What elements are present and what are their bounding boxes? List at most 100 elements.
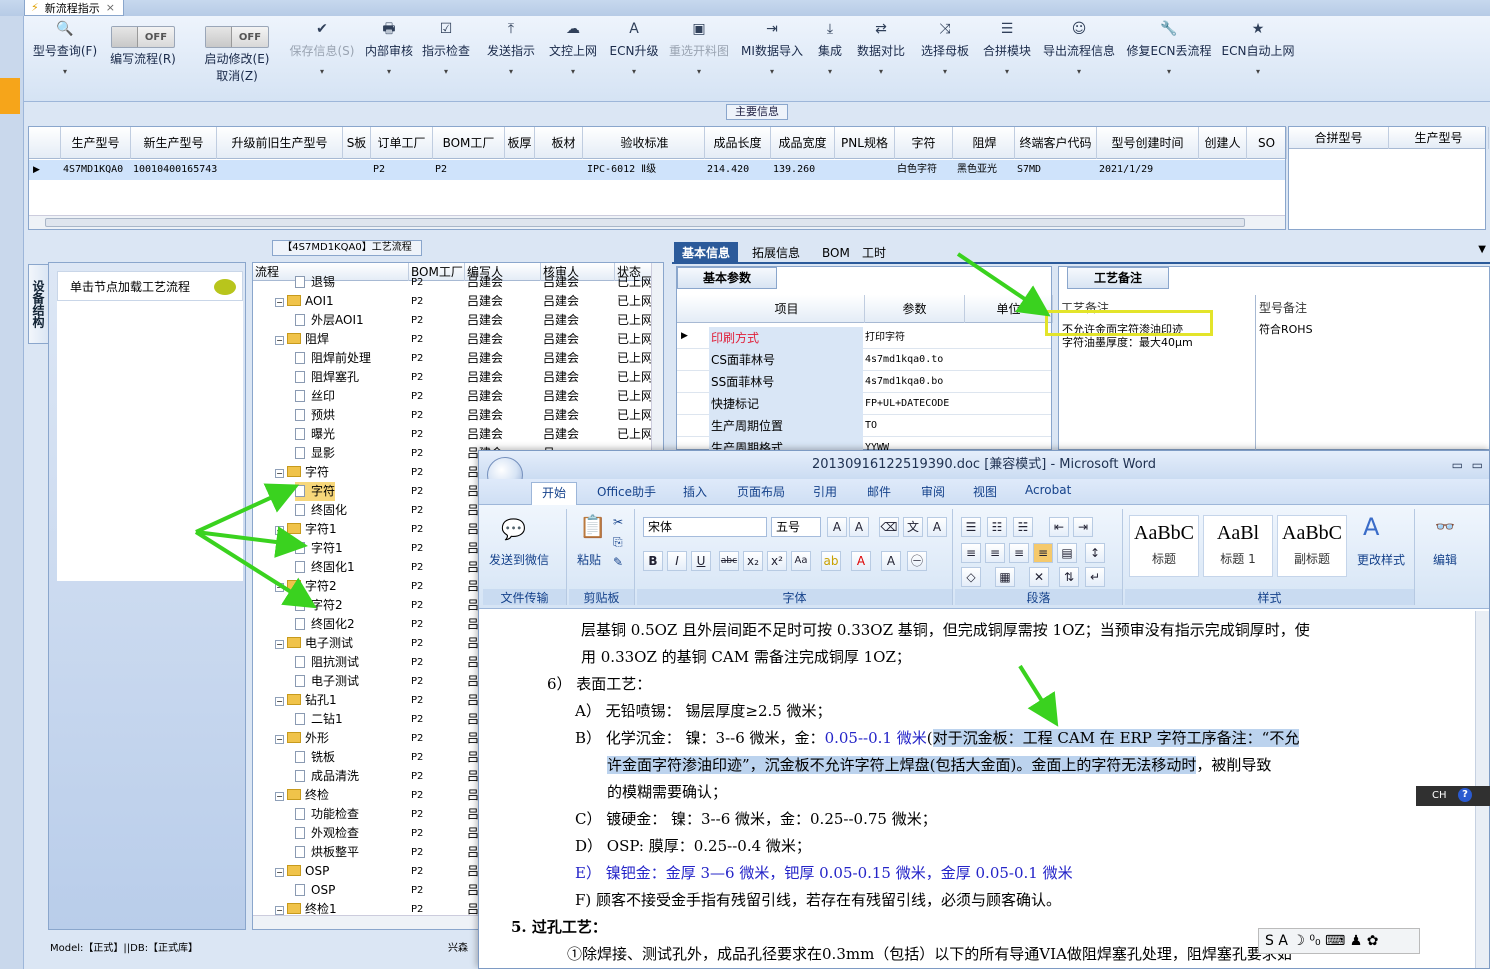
grow-font-icon[interactable]: A xyxy=(827,517,847,537)
char-shading-icon[interactable]: A xyxy=(881,551,901,571)
copy-icon[interactable]: ⎘ xyxy=(613,535,623,550)
bold-icon[interactable]: B xyxy=(643,551,663,571)
tree-node[interactable]: − 钻孔1 xyxy=(275,691,337,710)
column-header[interactable]: 升级前旧生产型号 xyxy=(217,127,343,159)
collapse-icon[interactable]: − xyxy=(275,469,284,478)
table-cell[interactable]: IPC-6012 Ⅱ级 xyxy=(587,160,707,180)
tab-bom[interactable]: BOM xyxy=(814,242,858,264)
column-header[interactable]: 阻焊 xyxy=(955,127,1015,159)
collapse-icon[interactable]: − xyxy=(275,792,284,801)
tree-row[interactable]: − AOI1 P2 吕建会 吕建会 已上网 xyxy=(253,292,663,311)
param-value[interactable]: FP+UL+DATECODE xyxy=(865,393,949,415)
toolbar-button[interactable]: ⤓ 集成 ▾ xyxy=(816,18,844,102)
tree-node[interactable]: 铣板 xyxy=(295,748,335,767)
merge-column-header[interactable]: 合拼型号 xyxy=(1289,127,1389,149)
dropdown-arrow-icon[interactable]: ▼ xyxy=(1478,244,1486,255)
table-cell[interactable]: 4S7MD1KQA0 xyxy=(63,160,133,180)
word-tab[interactable]: 页面布局 xyxy=(737,483,785,500)
shrink-font-icon[interactable]: A xyxy=(849,517,869,537)
change-case-icon[interactable]: Aa xyxy=(791,551,811,571)
style-item[interactable]: AaBl 标题 1 xyxy=(1203,515,1273,577)
toolbar-button[interactable]: OFF 启动修改(E) 取消(Z) xyxy=(196,18,278,102)
table-row[interactable]: SS面菲林号 4s7md1kqa0.bo xyxy=(677,371,1051,393)
tree-node[interactable]: − OSP xyxy=(275,862,329,881)
tree-node[interactable]: 预烘 xyxy=(295,406,335,425)
tab-new-flow[interactable]: ⚡ 新流程指示 × xyxy=(24,0,124,16)
bullets-icon[interactable]: ☰ xyxy=(961,517,981,537)
column-header[interactable]: 板材 xyxy=(545,127,583,159)
tab-hours[interactable]: 工时 xyxy=(854,242,894,264)
tab-basic[interactable]: 基本信息 xyxy=(674,242,739,264)
font-name-select[interactable]: 宋体 xyxy=(643,517,767,537)
click-node-hint[interactable]: 单击节点加载工艺流程 xyxy=(57,271,243,301)
table-cell[interactable]: 10010400165743 xyxy=(133,160,219,180)
border-icon[interactable]: ▦ xyxy=(995,567,1015,587)
tree-node[interactable]: − 字符2 xyxy=(275,577,337,596)
style-item[interactable]: AaBbC 副标题 xyxy=(1277,515,1347,577)
toolbar-button[interactable]: ★ ECN自动上网 ▾ xyxy=(1222,18,1295,102)
tree-node[interactable]: − 字符1 xyxy=(275,520,337,539)
table-cell[interactable]: 白色字符 xyxy=(897,160,955,180)
tree-node[interactable]: 退锡 xyxy=(295,273,335,292)
tab-extended[interactable]: 拓展信息 xyxy=(744,242,808,264)
document-page[interactable]: 层基铜 0.5OZ 且外层间距不足时可按 0.33OZ 基铜，但完成铜厚需按 1… xyxy=(487,611,1477,968)
table-cell[interactable] xyxy=(547,160,585,180)
tree-node[interactable]: 成品清洗 xyxy=(295,767,359,786)
word-tab[interactable]: 开始 xyxy=(531,482,578,505)
toolbar-button[interactable]: ✔ 保存信息(S) ▾ xyxy=(286,18,358,102)
column-header[interactable]: 型号创建时间 xyxy=(1097,127,1199,159)
word-tab[interactable]: 引用 xyxy=(813,483,837,500)
align-right-icon[interactable]: ≡ xyxy=(1009,543,1029,563)
subscript-icon[interactable]: x₂ xyxy=(743,551,763,571)
table-cell[interactable]: S7MD xyxy=(1017,160,1099,180)
tree-row[interactable]: 丝印 P2 吕建会 吕建会 已上网 xyxy=(253,387,663,406)
tree-node[interactable]: 字符1 xyxy=(295,539,343,558)
language-bar[interactable]: CH? xyxy=(1416,786,1490,806)
help-icon[interactable]: ? xyxy=(1458,788,1472,802)
basic-column-header[interactable]: 单位 xyxy=(965,295,1053,323)
word-tab[interactable]: Office助手 xyxy=(597,483,656,500)
param-value[interactable]: 打印字符 xyxy=(865,327,905,349)
scrollbar-thumb[interactable] xyxy=(45,218,1245,227)
tree-row[interactable]: 曝光 P2 吕建会 吕建会 已上网 xyxy=(253,425,663,444)
toolbar-button[interactable]: ⇄ 数据对比 ▾ xyxy=(854,18,908,102)
param-value[interactable]: TO xyxy=(865,415,877,437)
restore-icon[interactable]: ▭ xyxy=(1472,451,1483,479)
column-header[interactable]: 板厚 xyxy=(505,127,535,159)
edit-button[interactable]: 编辑 xyxy=(1433,551,1457,568)
horizontal-scrollbar[interactable] xyxy=(29,215,1285,229)
table-row[interactable]: ▶ 4S7MD1KQA0 10010400165743 P2 P2 IPC-6012 Ⅱ级… xyxy=(29,160,1285,180)
column-header[interactable]: 成品宽度 xyxy=(771,127,835,159)
merge-grid[interactable]: 合拼型号 生产型号 xyxy=(1288,126,1489,230)
column-header[interactable]: BOM工厂 xyxy=(433,127,505,159)
tree-node[interactable]: 外层AOI1 xyxy=(295,311,364,330)
toggle-switch[interactable]: OFF xyxy=(111,26,175,48)
table-cell[interactable] xyxy=(345,160,373,180)
paste-button[interactable]: 粘贴 xyxy=(577,551,601,568)
column-header[interactable]: 验收标准 xyxy=(585,127,705,159)
collapse-icon[interactable]: − xyxy=(275,298,284,307)
word-tab[interactable]: 视图 xyxy=(973,483,997,500)
collapse-icon[interactable]: − xyxy=(275,868,284,877)
char-border-icon[interactable]: A xyxy=(927,517,947,537)
toolbar-button[interactable]: ☰ 合拼模块 ▾ xyxy=(982,18,1032,102)
toolbar-button[interactable]: ☺ 导出流程信息 ▾ xyxy=(1042,18,1116,102)
phonetic-icon[interactable]: 文 xyxy=(903,517,923,537)
tree-node[interactable]: OSP xyxy=(295,881,335,900)
collapse-icon[interactable]: − xyxy=(275,583,284,592)
line-spacing-icon[interactable]: ↕ xyxy=(1085,543,1105,563)
tree-row[interactable]: 退锡 P2 吕建会 吕建会 已上网 xyxy=(253,273,663,292)
font-color-icon[interactable]: A xyxy=(851,551,871,571)
tree-node[interactable]: − 终检 xyxy=(275,786,329,805)
enclose-char-icon[interactable]: ㊀ xyxy=(907,551,927,571)
sort-icon[interactable]: ⇅ xyxy=(1059,567,1079,587)
table-row[interactable]: 快捷标记 FP+UL+DATECODE xyxy=(677,393,1051,415)
close-icon[interactable]: × xyxy=(106,1,115,14)
tree-node[interactable]: 阻抗测试 xyxy=(295,653,359,672)
superscript-icon[interactable]: x² xyxy=(767,551,787,571)
align-center-icon[interactable]: ≡ xyxy=(985,543,1005,563)
toolbar-button[interactable]: 🔧 修复ECN丢流程 ▾ xyxy=(1127,18,1212,102)
basic-column-header[interactable]: 项目 xyxy=(709,295,865,323)
param-value[interactable]: 4s7md1kqa0.bo xyxy=(865,371,943,393)
clear-format-icon[interactable]: ⌫ xyxy=(879,517,899,537)
